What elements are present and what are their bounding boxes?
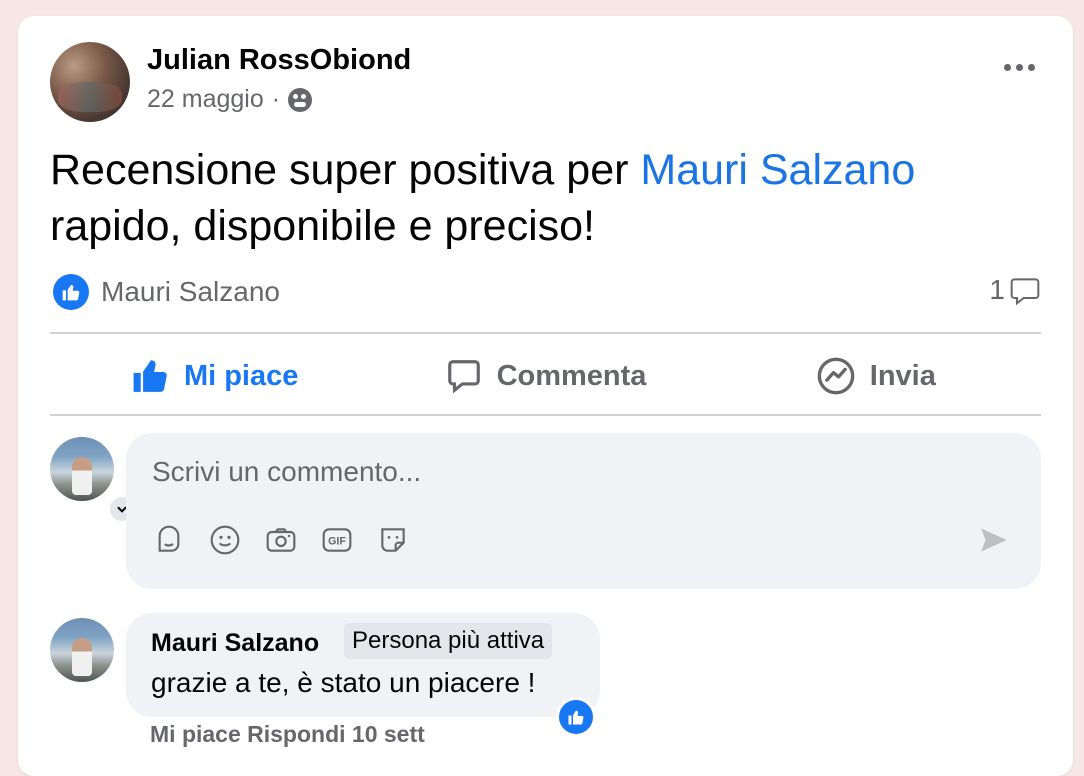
reply-author-badge: Persona più attiva <box>344 623 553 659</box>
share-label: Invia <box>869 359 936 392</box>
more-options-button[interactable] <box>1004 64 1035 71</box>
gif-icon[interactable]: GIF <box>320 523 354 557</box>
post-text-suffix: rapido, disponibile e preciso! <box>50 202 595 250</box>
meta-separator: · <box>271 85 281 113</box>
post-text-prefix: Recensione super positiva per <box>50 146 629 194</box>
post-text: Recensione super positiva per Mauri Salz… <box>50 142 1040 254</box>
post-card: Julian RossObiond 22 maggio · Recensione… <box>18 16 1073 776</box>
messenger-icon <box>817 357 855 395</box>
action-bar: Mi piace Commenta Invia <box>50 338 1041 414</box>
comment-composer: GIF <box>126 433 1041 589</box>
post-date[interactable]: 22 maggio <box>147 85 264 114</box>
mention-link[interactable]: Mauri Salzano <box>640 146 915 194</box>
svg-text:GIF: GIF <box>328 536 346 548</box>
divider <box>50 332 1041 334</box>
reply-author-avatar[interactable] <box>50 618 114 682</box>
comment-input[interactable] <box>150 451 1014 493</box>
composer-tools: GIF <box>152 523 410 557</box>
comment-count-value: 1 <box>989 274 1005 305</box>
author-avatar[interactable] <box>50 42 130 122</box>
reply-actions[interactable]: Mi piace Rispondi 10 sett <box>150 721 425 748</box>
reply-like-icon[interactable] <box>556 697 596 737</box>
comment-label: Commenta <box>496 359 647 392</box>
thumbs-up-icon <box>133 360 167 392</box>
audience-icon[interactable] <box>288 87 313 112</box>
avatar-sticker-icon[interactable] <box>152 523 186 557</box>
reactions-summary[interactable]: Mauri Salzano <box>53 274 280 310</box>
dot-icon <box>1004 64 1011 71</box>
dot-icon <box>1016 64 1023 71</box>
reply-author-name[interactable]: Mauri Salzano <box>151 629 319 658</box>
sticker-icon[interactable] <box>376 523 410 557</box>
comment-button[interactable]: Commenta <box>380 357 710 395</box>
dot-icon <box>1028 64 1035 71</box>
divider <box>50 414 1041 416</box>
reply-comment: Mauri Salzano Persona più attiva grazie … <box>126 613 600 717</box>
like-label: Mi piace <box>183 359 299 392</box>
share-button[interactable]: Invia <box>711 356 1041 396</box>
send-icon[interactable] <box>977 523 1011 562</box>
reply-text: grazie a te, è stato un piacere ! <box>151 667 536 698</box>
post-meta: 22 maggio · <box>147 85 313 114</box>
emoji-icon[interactable] <box>208 523 242 557</box>
reactions-names: Mauri Salzano <box>101 276 280 307</box>
current-user-avatar[interactable] <box>50 437 114 501</box>
comment-bubble-icon <box>1010 278 1040 306</box>
comment-count[interactable]: 1 <box>989 274 1041 306</box>
author-name[interactable]: Julian RossObiond <box>147 44 411 77</box>
like-button[interactable]: Mi piace <box>50 357 380 395</box>
comment-icon <box>447 360 480 394</box>
like-reaction-icon <box>53 274 89 310</box>
camera-icon[interactable] <box>264 523 298 557</box>
